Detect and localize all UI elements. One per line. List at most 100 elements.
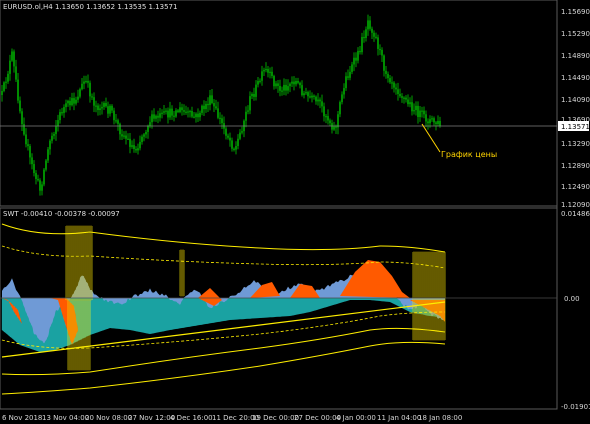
candle-body (121, 134, 123, 137)
candle-body (153, 114, 155, 119)
candle-body (199, 112, 201, 118)
candle-body (407, 99, 409, 105)
candle-body (191, 110, 193, 117)
candle-body (413, 110, 415, 112)
candle-body (325, 116, 327, 118)
candle-body (97, 105, 99, 111)
candle-body (85, 80, 87, 83)
candle-body (319, 99, 321, 102)
candle-body (37, 178, 39, 181)
price-tick: 1.14090 (561, 96, 590, 104)
candle-body (271, 71, 273, 77)
candle-body (281, 90, 283, 92)
candle-body (49, 140, 51, 150)
candle-body (101, 106, 103, 109)
candle-body (405, 97, 407, 100)
candle-body (79, 89, 81, 97)
price-panel[interactable] (0, 0, 558, 207)
candle-body (439, 120, 441, 126)
candle-body (17, 79, 19, 101)
candle-body (355, 57, 357, 61)
candle-body (181, 107, 183, 111)
candle-body (141, 136, 143, 142)
candle-body (215, 106, 217, 109)
candle-body (163, 111, 165, 113)
candle-body (105, 103, 107, 107)
candle-body (353, 57, 355, 65)
candle-body (119, 123, 121, 135)
chart-canvas[interactable]: График цены EURUSD.ol,H4 1.13650 1.13652… (0, 0, 590, 424)
candle-body (437, 120, 439, 124)
candle-body (127, 138, 129, 140)
candle-body (193, 116, 195, 118)
candle-body (15, 66, 17, 80)
candle-body (275, 83, 277, 87)
price-tick: 1.14490 (561, 74, 590, 82)
candle-body (379, 48, 381, 51)
candle-body (53, 133, 55, 136)
candle-body (259, 80, 261, 82)
candle-body (75, 99, 77, 104)
candle-body (369, 20, 371, 29)
candle-body (203, 105, 205, 110)
candle-body (401, 96, 403, 98)
candle-body (247, 110, 249, 112)
candle-body (177, 110, 179, 113)
candle-body (3, 82, 5, 91)
candle-body (67, 100, 69, 104)
indicator-tick: 0.01486 (561, 210, 590, 218)
candle-body (7, 73, 9, 82)
candle-body (423, 110, 425, 115)
candle-body (133, 145, 135, 149)
candle-body (257, 81, 259, 85)
candle-body (277, 83, 279, 86)
candle-body (235, 146, 237, 150)
candle-body (221, 118, 223, 124)
candle-body (239, 132, 241, 139)
candle-body (307, 92, 309, 97)
candle-body (123, 135, 125, 137)
price-tick: 1.15690 (561, 8, 590, 16)
candle-body (425, 114, 427, 122)
candle-body (365, 29, 367, 38)
candle-body (343, 88, 345, 95)
candle-body (335, 126, 337, 128)
candle-body (213, 103, 215, 107)
candle-body (19, 100, 21, 112)
candle-body (267, 68, 269, 73)
candle-body (361, 36, 363, 53)
candle-body (303, 93, 305, 96)
candle-body (155, 115, 157, 119)
indicator-tick: 0.00 (564, 295, 580, 303)
price-tick: 1.12090 (561, 201, 590, 209)
price-tick: 1.12490 (561, 183, 590, 191)
time-tick: 4 Dec 16:00 (170, 414, 213, 422)
candle-body (409, 102, 411, 105)
candle-body (27, 144, 29, 147)
candle-body (261, 71, 263, 81)
candle-body (87, 80, 89, 83)
symbol-info: EURUSD.ol,H4 1.13650 1.13652 1.13535 1.1… (3, 3, 177, 11)
candle-body (283, 84, 285, 91)
candle-body (145, 131, 147, 135)
candle-body (205, 103, 207, 110)
candle-body (143, 134, 145, 137)
candle-body (35, 173, 37, 179)
candle-body (291, 81, 293, 84)
price-axis: 1.15690 1.15290 1.14890 1.14490 1.14090 … (561, 8, 590, 209)
indicator-axis: 0.01486 0.00 -0.01901 (561, 210, 590, 411)
candle-body (211, 95, 213, 104)
candle-body (51, 135, 53, 141)
candle-body (301, 85, 303, 96)
candle-body (9, 60, 11, 74)
candle-body (55, 126, 57, 134)
candle-body (289, 83, 291, 87)
indicator-tick: -0.01901 (561, 403, 590, 411)
annotation-label: График цены (441, 150, 497, 159)
candle-body (317, 99, 319, 102)
candle-body (339, 102, 341, 115)
candle-body (311, 95, 313, 98)
candle-body (389, 78, 391, 83)
candle-body (279, 85, 281, 91)
chart-window[interactable]: График цены EURUSD.ol,H4 1.13650 1.13652… (0, 0, 590, 424)
